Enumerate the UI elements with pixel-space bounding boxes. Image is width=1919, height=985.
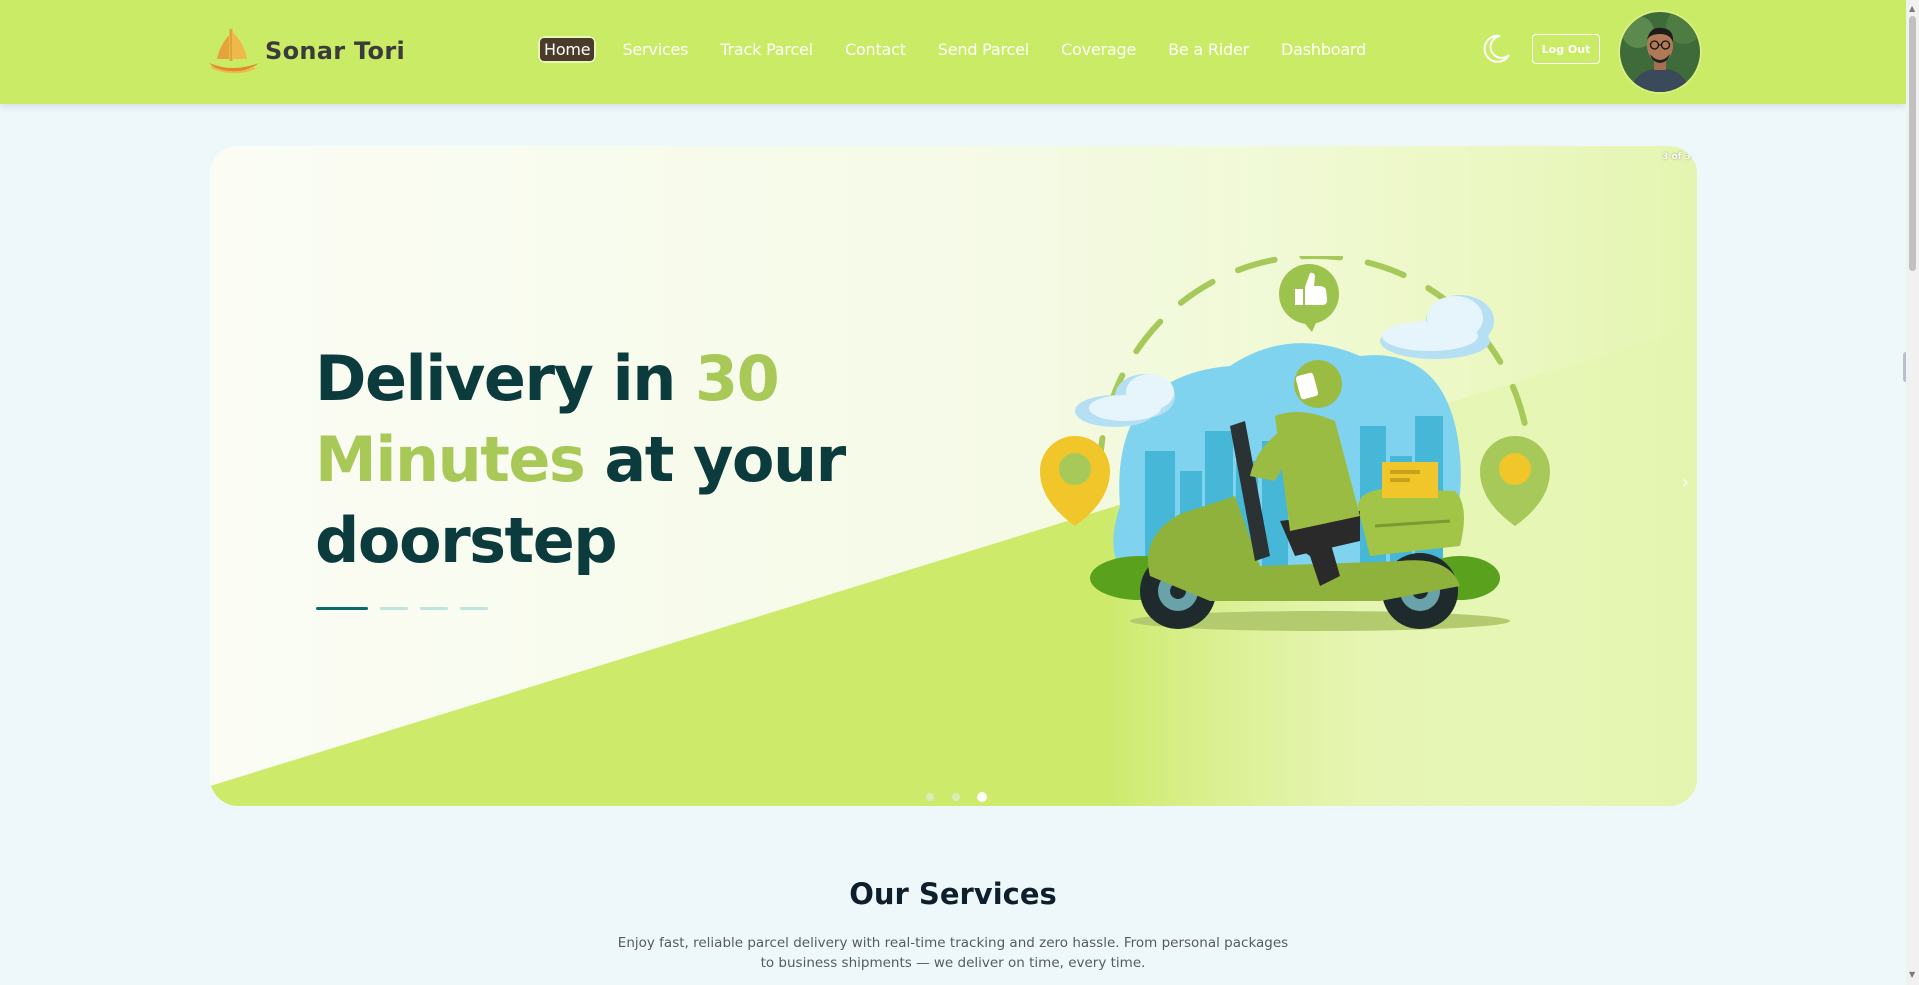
page-scrollbar[interactable]: ▲ ▼ [1906,0,1919,985]
boat-logo-icon [209,29,259,74]
top-navbar: Sonar Tori Home Services Track Parcel Co… [0,0,1906,104]
services-heading: Our Services [849,877,1057,911]
nav-dashboard[interactable]: Dashboard [1275,36,1372,63]
services-description: Enjoy fast, reliable parcel delivery wit… [617,935,1289,971]
avatar-photo [1620,12,1700,92]
slide-dot-2[interactable] [951,792,961,802]
chevron-right-icon[interactable]: › [1682,472,1689,493]
progress-segment [460,607,488,610]
nav-send-parcel[interactable]: Send Parcel [932,36,1035,63]
slider-dots [925,792,1003,802]
hero-slider: 3 of 3 Delivery in 30 Minutes at your doo… [210,146,1697,806]
hero-headline-accent-word: Minutes [315,423,586,496]
nav-coverage[interactable]: Coverage [1055,36,1142,63]
hero-headline-part1: Delivery in [315,342,696,415]
nav-home[interactable]: Home [538,36,597,63]
scroll-up-arrow-icon[interactable]: ▲ [1909,4,1915,13]
main-nav: Home Services Track Parcel Contact Send … [538,36,1392,63]
brand-logo[interactable]: Sonar Tori [205,25,405,77]
hero-headline-accent-number: 30 [695,342,780,415]
slide-text-progress [316,607,500,610]
progress-segment [380,607,408,610]
nav-contact[interactable]: Contact [839,36,912,63]
nav-services[interactable]: Services [616,36,694,63]
brand-name: Sonar Tori [265,37,405,65]
logout-button[interactable]: Log Out [1532,34,1600,64]
nav-track-parcel[interactable]: Track Parcel [714,36,819,63]
scroll-down-arrow-icon[interactable]: ▼ [1909,970,1915,979]
moon-icon[interactable] [1480,33,1512,65]
progress-segment [420,607,448,610]
delivery-scooter-illustration [1040,256,1550,631]
slide-counter: 3 of 3 [1662,152,1691,162]
nav-be-a-rider[interactable]: Be a Rider [1162,36,1255,63]
hero-headline: Delivery in 30 Minutes at your doorstep [315,338,875,581]
slide-dot-1[interactable] [925,792,935,802]
scroll-thumb[interactable] [1909,16,1916,271]
progress-segment [316,607,368,610]
user-avatar[interactable] [1618,10,1702,94]
slide-dot-3[interactable] [977,792,987,802]
